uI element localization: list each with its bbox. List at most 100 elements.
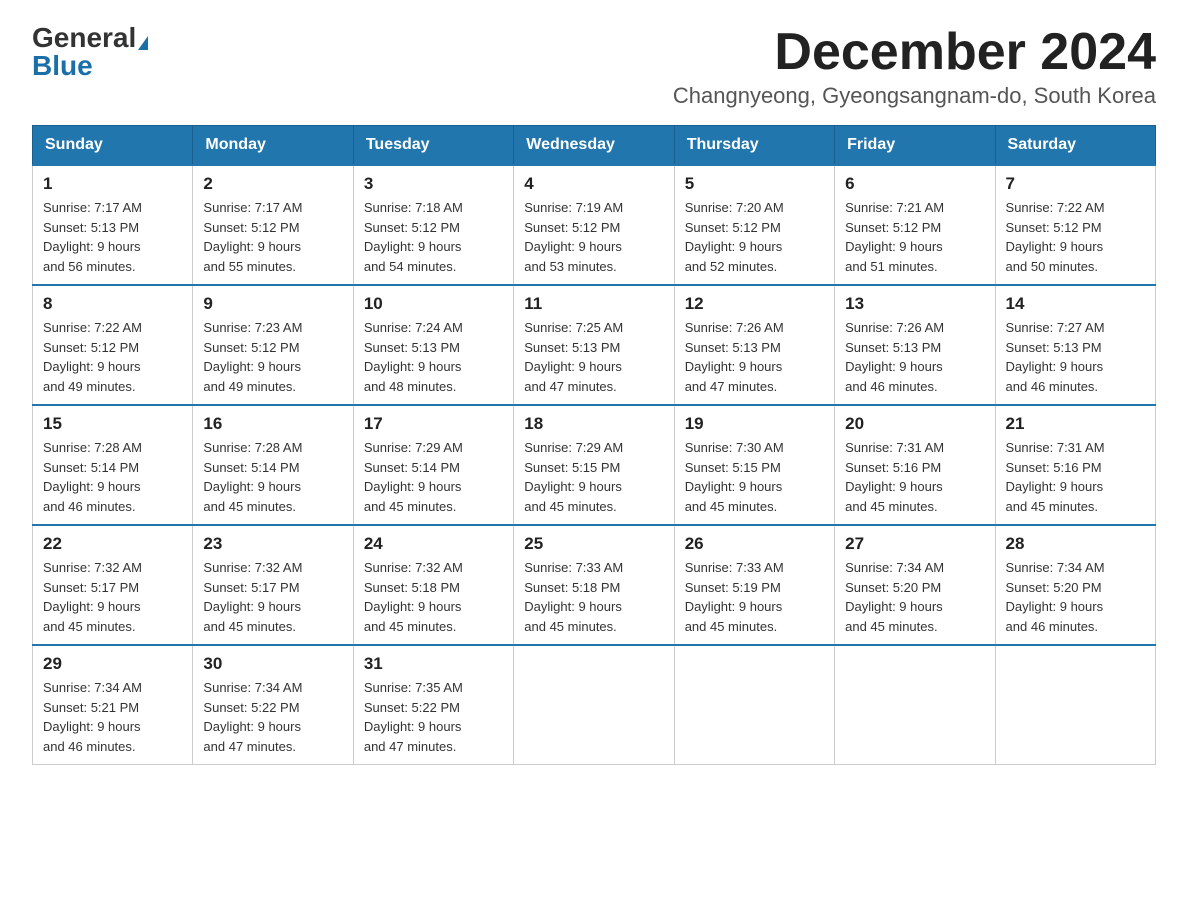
calendar-cell: 23 Sunrise: 7:32 AM Sunset: 5:17 PM Dayl… bbox=[193, 525, 353, 645]
day-info: Sunrise: 7:29 AM Sunset: 5:14 PM Dayligh… bbox=[364, 438, 503, 516]
calendar-cell: 3 Sunrise: 7:18 AM Sunset: 5:12 PM Dayli… bbox=[353, 165, 513, 285]
header-monday: Monday bbox=[193, 126, 353, 166]
day-number: 25 bbox=[524, 534, 663, 554]
day-number: 18 bbox=[524, 414, 663, 434]
calendar-cell: 1 Sunrise: 7:17 AM Sunset: 5:13 PM Dayli… bbox=[33, 165, 193, 285]
day-number: 16 bbox=[203, 414, 342, 434]
week-row-5: 29 Sunrise: 7:34 AM Sunset: 5:21 PM Dayl… bbox=[33, 645, 1156, 765]
day-info: Sunrise: 7:27 AM Sunset: 5:13 PM Dayligh… bbox=[1006, 318, 1145, 396]
calendar-cell: 4 Sunrise: 7:19 AM Sunset: 5:12 PM Dayli… bbox=[514, 165, 674, 285]
day-info: Sunrise: 7:19 AM Sunset: 5:12 PM Dayligh… bbox=[524, 198, 663, 276]
calendar-cell: 30 Sunrise: 7:34 AM Sunset: 5:22 PM Dayl… bbox=[193, 645, 353, 765]
day-info: Sunrise: 7:17 AM Sunset: 5:13 PM Dayligh… bbox=[43, 198, 182, 276]
day-number: 26 bbox=[685, 534, 824, 554]
header-thursday: Thursday bbox=[674, 126, 834, 166]
day-number: 17 bbox=[364, 414, 503, 434]
week-row-2: 8 Sunrise: 7:22 AM Sunset: 5:12 PM Dayli… bbox=[33, 285, 1156, 405]
calendar-cell: 20 Sunrise: 7:31 AM Sunset: 5:16 PM Dayl… bbox=[835, 405, 995, 525]
day-number: 2 bbox=[203, 174, 342, 194]
day-number: 14 bbox=[1006, 294, 1145, 314]
day-info: Sunrise: 7:21 AM Sunset: 5:12 PM Dayligh… bbox=[845, 198, 984, 276]
calendar-cell: 8 Sunrise: 7:22 AM Sunset: 5:12 PM Dayli… bbox=[33, 285, 193, 405]
day-number: 29 bbox=[43, 654, 182, 674]
calendar-cell: 16 Sunrise: 7:28 AM Sunset: 5:14 PM Dayl… bbox=[193, 405, 353, 525]
day-number: 24 bbox=[364, 534, 503, 554]
calendar-cell: 27 Sunrise: 7:34 AM Sunset: 5:20 PM Dayl… bbox=[835, 525, 995, 645]
day-number: 10 bbox=[364, 294, 503, 314]
day-info: Sunrise: 7:33 AM Sunset: 5:18 PM Dayligh… bbox=[524, 558, 663, 636]
calendar-cell: 11 Sunrise: 7:25 AM Sunset: 5:13 PM Dayl… bbox=[514, 285, 674, 405]
calendar-cell: 17 Sunrise: 7:29 AM Sunset: 5:14 PM Dayl… bbox=[353, 405, 513, 525]
day-info: Sunrise: 7:35 AM Sunset: 5:22 PM Dayligh… bbox=[364, 678, 503, 756]
day-number: 3 bbox=[364, 174, 503, 194]
title-block: December 2024 Changnyeong, Gyeongsangnam… bbox=[673, 24, 1156, 109]
day-info: Sunrise: 7:26 AM Sunset: 5:13 PM Dayligh… bbox=[685, 318, 824, 396]
day-info: Sunrise: 7:32 AM Sunset: 5:17 PM Dayligh… bbox=[203, 558, 342, 636]
day-number: 9 bbox=[203, 294, 342, 314]
day-info: Sunrise: 7:26 AM Sunset: 5:13 PM Dayligh… bbox=[845, 318, 984, 396]
day-info: Sunrise: 7:28 AM Sunset: 5:14 PM Dayligh… bbox=[203, 438, 342, 516]
calendar-cell: 25 Sunrise: 7:33 AM Sunset: 5:18 PM Dayl… bbox=[514, 525, 674, 645]
header-friday: Friday bbox=[835, 126, 995, 166]
month-title: December 2024 bbox=[673, 24, 1156, 81]
day-number: 30 bbox=[203, 654, 342, 674]
week-row-3: 15 Sunrise: 7:28 AM Sunset: 5:14 PM Dayl… bbox=[33, 405, 1156, 525]
calendar-cell: 2 Sunrise: 7:17 AM Sunset: 5:12 PM Dayli… bbox=[193, 165, 353, 285]
calendar-table: SundayMondayTuesdayWednesdayThursdayFrid… bbox=[32, 125, 1156, 765]
day-info: Sunrise: 7:31 AM Sunset: 5:16 PM Dayligh… bbox=[1006, 438, 1145, 516]
day-number: 19 bbox=[685, 414, 824, 434]
day-number: 5 bbox=[685, 174, 824, 194]
day-info: Sunrise: 7:22 AM Sunset: 5:12 PM Dayligh… bbox=[1006, 198, 1145, 276]
day-info: Sunrise: 7:20 AM Sunset: 5:12 PM Dayligh… bbox=[685, 198, 824, 276]
calendar-cell: 19 Sunrise: 7:30 AM Sunset: 5:15 PM Dayl… bbox=[674, 405, 834, 525]
logo-general-row: General bbox=[32, 24, 148, 52]
calendar-cell bbox=[995, 645, 1155, 765]
day-number: 27 bbox=[845, 534, 984, 554]
day-number: 15 bbox=[43, 414, 182, 434]
day-number: 20 bbox=[845, 414, 984, 434]
calendar-cell: 10 Sunrise: 7:24 AM Sunset: 5:13 PM Dayl… bbox=[353, 285, 513, 405]
calendar-cell: 15 Sunrise: 7:28 AM Sunset: 5:14 PM Dayl… bbox=[33, 405, 193, 525]
calendar-cell bbox=[674, 645, 834, 765]
calendar-cell: 26 Sunrise: 7:33 AM Sunset: 5:19 PM Dayl… bbox=[674, 525, 834, 645]
day-number: 31 bbox=[364, 654, 503, 674]
calendar-cell: 6 Sunrise: 7:21 AM Sunset: 5:12 PM Dayli… bbox=[835, 165, 995, 285]
day-info: Sunrise: 7:34 AM Sunset: 5:20 PM Dayligh… bbox=[1006, 558, 1145, 636]
day-info: Sunrise: 7:25 AM Sunset: 5:13 PM Dayligh… bbox=[524, 318, 663, 396]
calendar-cell: 31 Sunrise: 7:35 AM Sunset: 5:22 PM Dayl… bbox=[353, 645, 513, 765]
calendar-cell: 14 Sunrise: 7:27 AM Sunset: 5:13 PM Dayl… bbox=[995, 285, 1155, 405]
calendar-cell: 5 Sunrise: 7:20 AM Sunset: 5:12 PM Dayli… bbox=[674, 165, 834, 285]
header-wednesday: Wednesday bbox=[514, 126, 674, 166]
logo-blue-row: Blue bbox=[32, 52, 93, 80]
day-info: Sunrise: 7:34 AM Sunset: 5:22 PM Dayligh… bbox=[203, 678, 342, 756]
day-number: 4 bbox=[524, 174, 663, 194]
day-info: Sunrise: 7:28 AM Sunset: 5:14 PM Dayligh… bbox=[43, 438, 182, 516]
calendar-cell: 29 Sunrise: 7:34 AM Sunset: 5:21 PM Dayl… bbox=[33, 645, 193, 765]
day-number: 8 bbox=[43, 294, 182, 314]
day-number: 23 bbox=[203, 534, 342, 554]
day-info: Sunrise: 7:29 AM Sunset: 5:15 PM Dayligh… bbox=[524, 438, 663, 516]
day-number: 7 bbox=[1006, 174, 1145, 194]
day-info: Sunrise: 7:30 AM Sunset: 5:15 PM Dayligh… bbox=[685, 438, 824, 516]
calendar-cell: 9 Sunrise: 7:23 AM Sunset: 5:12 PM Dayli… bbox=[193, 285, 353, 405]
day-info: Sunrise: 7:34 AM Sunset: 5:21 PM Dayligh… bbox=[43, 678, 182, 756]
header-tuesday: Tuesday bbox=[353, 126, 513, 166]
day-number: 12 bbox=[685, 294, 824, 314]
day-number: 28 bbox=[1006, 534, 1145, 554]
header-sunday: Sunday bbox=[33, 126, 193, 166]
calendar-cell: 21 Sunrise: 7:31 AM Sunset: 5:16 PM Dayl… bbox=[995, 405, 1155, 525]
logo: General Blue bbox=[32, 24, 148, 80]
day-number: 22 bbox=[43, 534, 182, 554]
calendar-cell: 22 Sunrise: 7:32 AM Sunset: 5:17 PM Dayl… bbox=[33, 525, 193, 645]
day-info: Sunrise: 7:32 AM Sunset: 5:18 PM Dayligh… bbox=[364, 558, 503, 636]
location-title: Changnyeong, Gyeongsangnam-do, South Kor… bbox=[673, 83, 1156, 109]
calendar-cell: 28 Sunrise: 7:34 AM Sunset: 5:20 PM Dayl… bbox=[995, 525, 1155, 645]
calendar-cell bbox=[514, 645, 674, 765]
day-info: Sunrise: 7:22 AM Sunset: 5:12 PM Dayligh… bbox=[43, 318, 182, 396]
calendar-cell: 24 Sunrise: 7:32 AM Sunset: 5:18 PM Dayl… bbox=[353, 525, 513, 645]
calendar-cell: 12 Sunrise: 7:26 AM Sunset: 5:13 PM Dayl… bbox=[674, 285, 834, 405]
day-number: 21 bbox=[1006, 414, 1145, 434]
header-saturday: Saturday bbox=[995, 126, 1155, 166]
day-number: 1 bbox=[43, 174, 182, 194]
calendar-cell bbox=[835, 645, 995, 765]
